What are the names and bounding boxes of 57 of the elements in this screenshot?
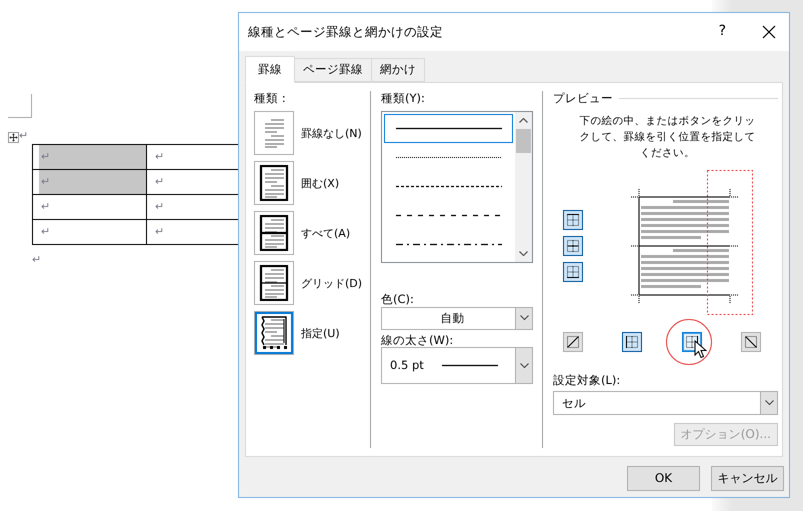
tab[interactable]: ページ罫線 [295,58,372,82]
line-style-list[interactable] [381,111,533,264]
paragraph-mark: ↵ [32,252,42,266]
table-cell: ↵ [32,194,146,220]
dialog-button[interactable]: OK [627,466,700,491]
section-label: プレビュー [553,91,613,106]
option-label: すべて(A) [301,226,350,240]
preview-drawing[interactable] [630,170,753,316]
page-border-icon [259,165,289,202]
border-toggle-button[interactable] [563,332,583,352]
tab[interactable]: 罫線 [245,56,295,83]
paragraph-mark: ↵ [19,129,28,143]
help-button[interactable]: ? [718,23,726,41]
border-setting-button[interactable] [254,261,294,306]
field-label: 色(C): [381,292,415,307]
chevron-down-icon [519,251,528,256]
border-toggle-button[interactable] [740,332,761,352]
table-cell: ↵ [32,169,146,194]
chevron-up-icon [519,118,528,124]
chevron-down-icon [764,400,774,406]
close-icon[interactable] [762,25,776,39]
field-label: 種類(Y): [381,91,426,106]
dialog-button[interactable]: キャンセル [711,466,784,491]
page-border-icon [259,315,289,352]
border-setting-button[interactable] [254,211,294,256]
line-width-dropdown[interactable]: 0.5 pt [381,347,533,384]
margin-corner-mark [8,94,32,118]
field-label: 線の太さ(W): [381,332,454,348]
tab[interactable]: 網かけ [372,58,425,82]
option-label: 指定(U) [301,326,340,340]
page-border-icon [259,215,289,252]
border-toggle-button[interactable] [563,210,583,230]
window-title: 線種とページ罫線と網かけの設定 [248,24,443,40]
border-toggle-button[interactable] [563,262,583,282]
mouse-cursor-icon [694,340,707,360]
apply-to-dropdown[interactable]: セル [553,390,778,415]
table-cell: ↵ [32,144,146,170]
instruction-text: 下の絵の中、またはボタンをクリックして、罫線を引く位置を指定してください。 [580,114,756,162]
scrollbar[interactable] [515,112,532,262]
border-setting-button[interactable] [254,161,294,206]
scroll-thumb[interactable] [516,129,531,154]
option-label: 罫線なし(N) [301,126,362,140]
chevron-down-icon [520,362,528,369]
chevron-down-icon [520,315,528,322]
color-dropdown[interactable]: 自動 [381,306,533,330]
border-toggle-button[interactable] [622,332,642,352]
border-setting-button[interactable] [254,311,294,356]
section-label: 種類： [254,91,291,106]
table-cell: ↵ [32,219,146,244]
line-sample [442,364,498,368]
page-border-icon [258,265,289,302]
field-label: 設定対象(L): [553,373,622,388]
option-label: グリッド(D) [300,276,362,290]
move-handle-icon[interactable] [8,132,19,143]
option-label: 囲む(X) [301,176,340,190]
line-style-option[interactable] [384,114,513,144]
border-toggle-button[interactable] [563,236,583,256]
